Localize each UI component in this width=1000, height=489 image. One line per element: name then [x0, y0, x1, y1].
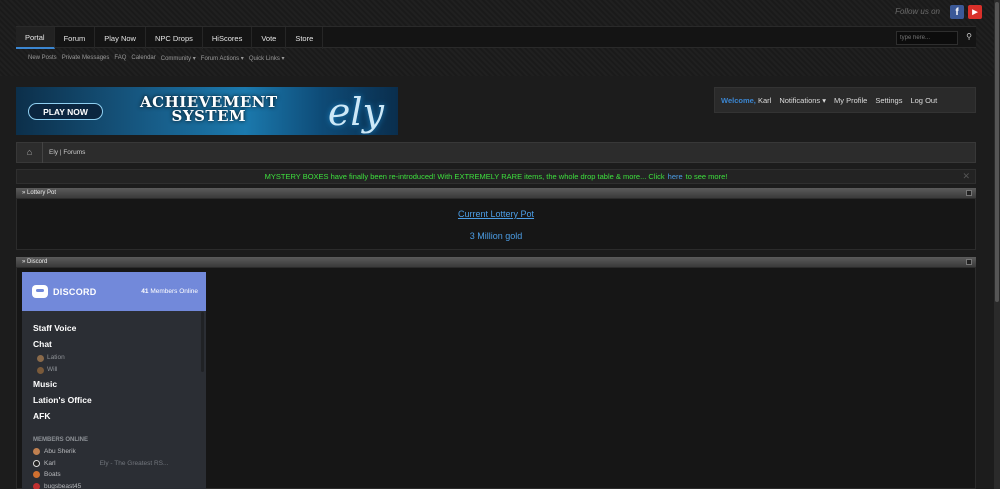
channel-lations-office[interactable]: Lation's Office: [33, 392, 206, 408]
online-count: 41: [141, 288, 149, 295]
discord-widget: DISCORD 41 Members Online Staff Voice Ch…: [22, 272, 206, 489]
online-member[interactable]: bugsbeast45: [33, 481, 206, 489]
subnav-community[interactable]: Community ▾: [161, 55, 196, 62]
lottery-panel: Current Lottery Pot 3 Million gold: [16, 198, 976, 250]
channel-chat[interactable]: Chat: [33, 336, 206, 352]
page-scrollbar-thumb[interactable]: [995, 2, 999, 302]
close-icon[interactable]: ✕: [962, 171, 970, 182]
notifications-menu[interactable]: Notifications ▾: [779, 96, 826, 105]
subnav-calendar[interactable]: Calendar: [131, 55, 155, 62]
online-member-name: Abu Sherik: [44, 448, 76, 456]
banner-title-line2: SYSTEM: [171, 107, 247, 125]
breadcrumb: ⌂ Ely | Forums: [16, 142, 976, 163]
search-input[interactable]: [896, 31, 958, 45]
ely-logo: ely: [327, 90, 384, 134]
welcome-text: Welcome,: [721, 95, 756, 105]
avatar: [33, 482, 40, 489]
online-member[interactable]: Boats: [33, 469, 206, 481]
channel-member[interactable]: Lation: [33, 352, 206, 364]
avatar: [33, 448, 40, 456]
avatar: [33, 471, 40, 479]
online-member-name: bugsbeast45: [44, 482, 82, 489]
facebook-icon[interactable]: f: [950, 5, 964, 19]
online-member-name: Boats: [44, 471, 61, 479]
user-bar: Welcome, Karl Notifications ▾ My Profile…: [714, 87, 976, 113]
avatar: [37, 354, 44, 362]
subnav-quick-links[interactable]: Quick Links ▾: [249, 55, 285, 62]
discord-section-header[interactable]: » Discord: [16, 257, 976, 267]
nav-portal[interactable]: Portal: [16, 27, 55, 49]
lottery-section-header[interactable]: » Lottery Pot: [16, 188, 976, 198]
online-member[interactable]: Abu Sherik: [33, 446, 206, 458]
my-profile-link[interactable]: My Profile: [834, 96, 867, 105]
channel-staff-voice[interactable]: Staff Voice: [33, 320, 206, 336]
nav-play-now[interactable]: Play Now: [95, 27, 146, 49]
search-icon[interactable]: ⚲: [966, 32, 972, 41]
breadcrumb-path[interactable]: Ely | Forums: [43, 149, 85, 156]
members-online-heading: MEMBERS ONLINE: [33, 437, 89, 443]
subnav-new-posts[interactable]: New Posts: [28, 55, 57, 62]
settings-link[interactable]: Settings: [875, 96, 902, 105]
lottery-header-label: » Lottery Pot: [22, 190, 57, 196]
discord-widget-body: Staff Voice Chat Lation Will Music Latio…: [22, 311, 206, 489]
username[interactable]: Karl: [758, 96, 771, 105]
notice-text: MYSTERY BOXES have finally been re-intro…: [264, 172, 665, 181]
channel-music[interactable]: Music: [33, 376, 206, 392]
achievement-banner[interactable]: PLAY NOW ACHIEVEMENT SYSTEM ely: [16, 87, 398, 135]
lottery-pot-link[interactable]: Current Lottery Pot: [17, 209, 975, 219]
youtube-icon[interactable]: ▶: [968, 5, 982, 19]
nav-forum[interactable]: Forum: [55, 27, 96, 49]
home-icon[interactable]: ⌂: [17, 142, 43, 163]
notice-here-link[interactable]: here: [668, 172, 683, 181]
lottery-pot-value: 3 Million gold: [469, 231, 523, 241]
online-member[interactable]: Karl Ely - The Greatest RS...: [33, 458, 206, 470]
page-scrollbar[interactable]: [994, 0, 1000, 489]
online-member-name: Karl: [44, 459, 56, 467]
subnav-faq[interactable]: FAQ: [114, 55, 126, 62]
collapse-icon[interactable]: [966, 259, 972, 265]
sub-nav: New Posts Private Messages FAQ Calendar …: [28, 55, 285, 62]
nav-hiscores[interactable]: HiScores: [203, 27, 253, 49]
welcome-label: Welcome, Karl: [721, 96, 771, 105]
nav-store[interactable]: Store: [286, 27, 324, 49]
discord-logo-icon: [32, 285, 48, 298]
channel-afk[interactable]: AFK: [33, 408, 206, 424]
avatar: [37, 366, 44, 374]
nav-npc-drops[interactable]: NPC Drops: [146, 27, 203, 49]
discord-header-label: » Discord: [22, 259, 48, 265]
channel-member[interactable]: Will: [33, 364, 206, 376]
subnav-forum-actions[interactable]: Forum Actions ▾: [201, 55, 244, 62]
subnav-private-messages[interactable]: Private Messages: [62, 55, 110, 62]
channel-member-name: Will: [47, 366, 58, 373]
discord-online-count: 41 Members Online: [141, 288, 198, 295]
collapse-icon[interactable]: [966, 190, 972, 196]
discord-brand: DISCORD: [53, 286, 97, 297]
online-label: Members Online: [150, 288, 198, 295]
avatar: [33, 459, 40, 467]
banner-title: ACHIEVEMENT SYSTEM: [140, 95, 278, 125]
notice-text-end: to see more!: [685, 172, 728, 181]
play-now-button[interactable]: PLAY NOW: [28, 103, 103, 120]
main-nav: Portal Forum Play Now NPC Drops HiScores…: [16, 26, 976, 49]
online-member-game: Ely - The Greatest RS...: [99, 459, 169, 467]
announcement-notice: MYSTERY BOXES have finally been re-intro…: [16, 169, 976, 184]
discord-widget-header[interactable]: DISCORD 41 Members Online: [22, 272, 206, 311]
logout-link[interactable]: Log Out: [910, 96, 937, 105]
channel-member-name: Lation: [47, 354, 65, 361]
follow-us-label: Follow us on: [895, 7, 940, 16]
nav-vote[interactable]: Vote: [252, 27, 287, 49]
